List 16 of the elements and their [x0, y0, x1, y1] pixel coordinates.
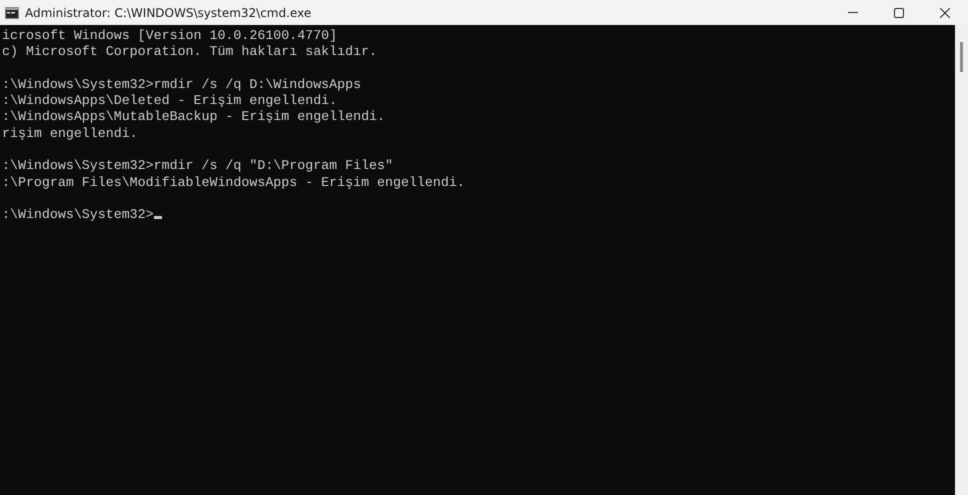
console-line: :\Program Files\ModifiableWindowsApps - Erişim engellendi.: [2, 174, 465, 190]
console-line: :\Windows\System32>: [2, 207, 154, 222]
scrollbar[interactable]: [955, 25, 968, 495]
console-line: icrosoft Windows [Version 10.0.26100.4770]: [2, 28, 338, 43]
scrollbar-thumb[interactable]: [960, 42, 963, 72]
minimize-icon: [848, 12, 858, 14]
maximize-icon: [894, 8, 904, 18]
terminal-icon: [5, 6, 19, 18]
console-line: :\Windows\System32>rmdir /s /q D:\WindowsApps: [2, 76, 362, 92]
window-title: Administrator: C:\WINDOWS\system32\cmd.exe: [25, 6, 312, 20]
close-icon: [940, 8, 950, 18]
console-line: :\WindowsApps\Deleted - Erişim engellendi.: [2, 93, 338, 108]
console-line: c) Microsoft Corporation. Tüm hakları saklıdır.: [2, 44, 378, 60]
console-line: rişim engellendi.: [2, 126, 138, 141]
console-line: :\Windows\System32>rmdir /s /q "D:\Program Files": [2, 158, 393, 174]
console-line: :\WindowsApps\MutableBackup - Erişim engellendi.: [2, 109, 386, 124]
